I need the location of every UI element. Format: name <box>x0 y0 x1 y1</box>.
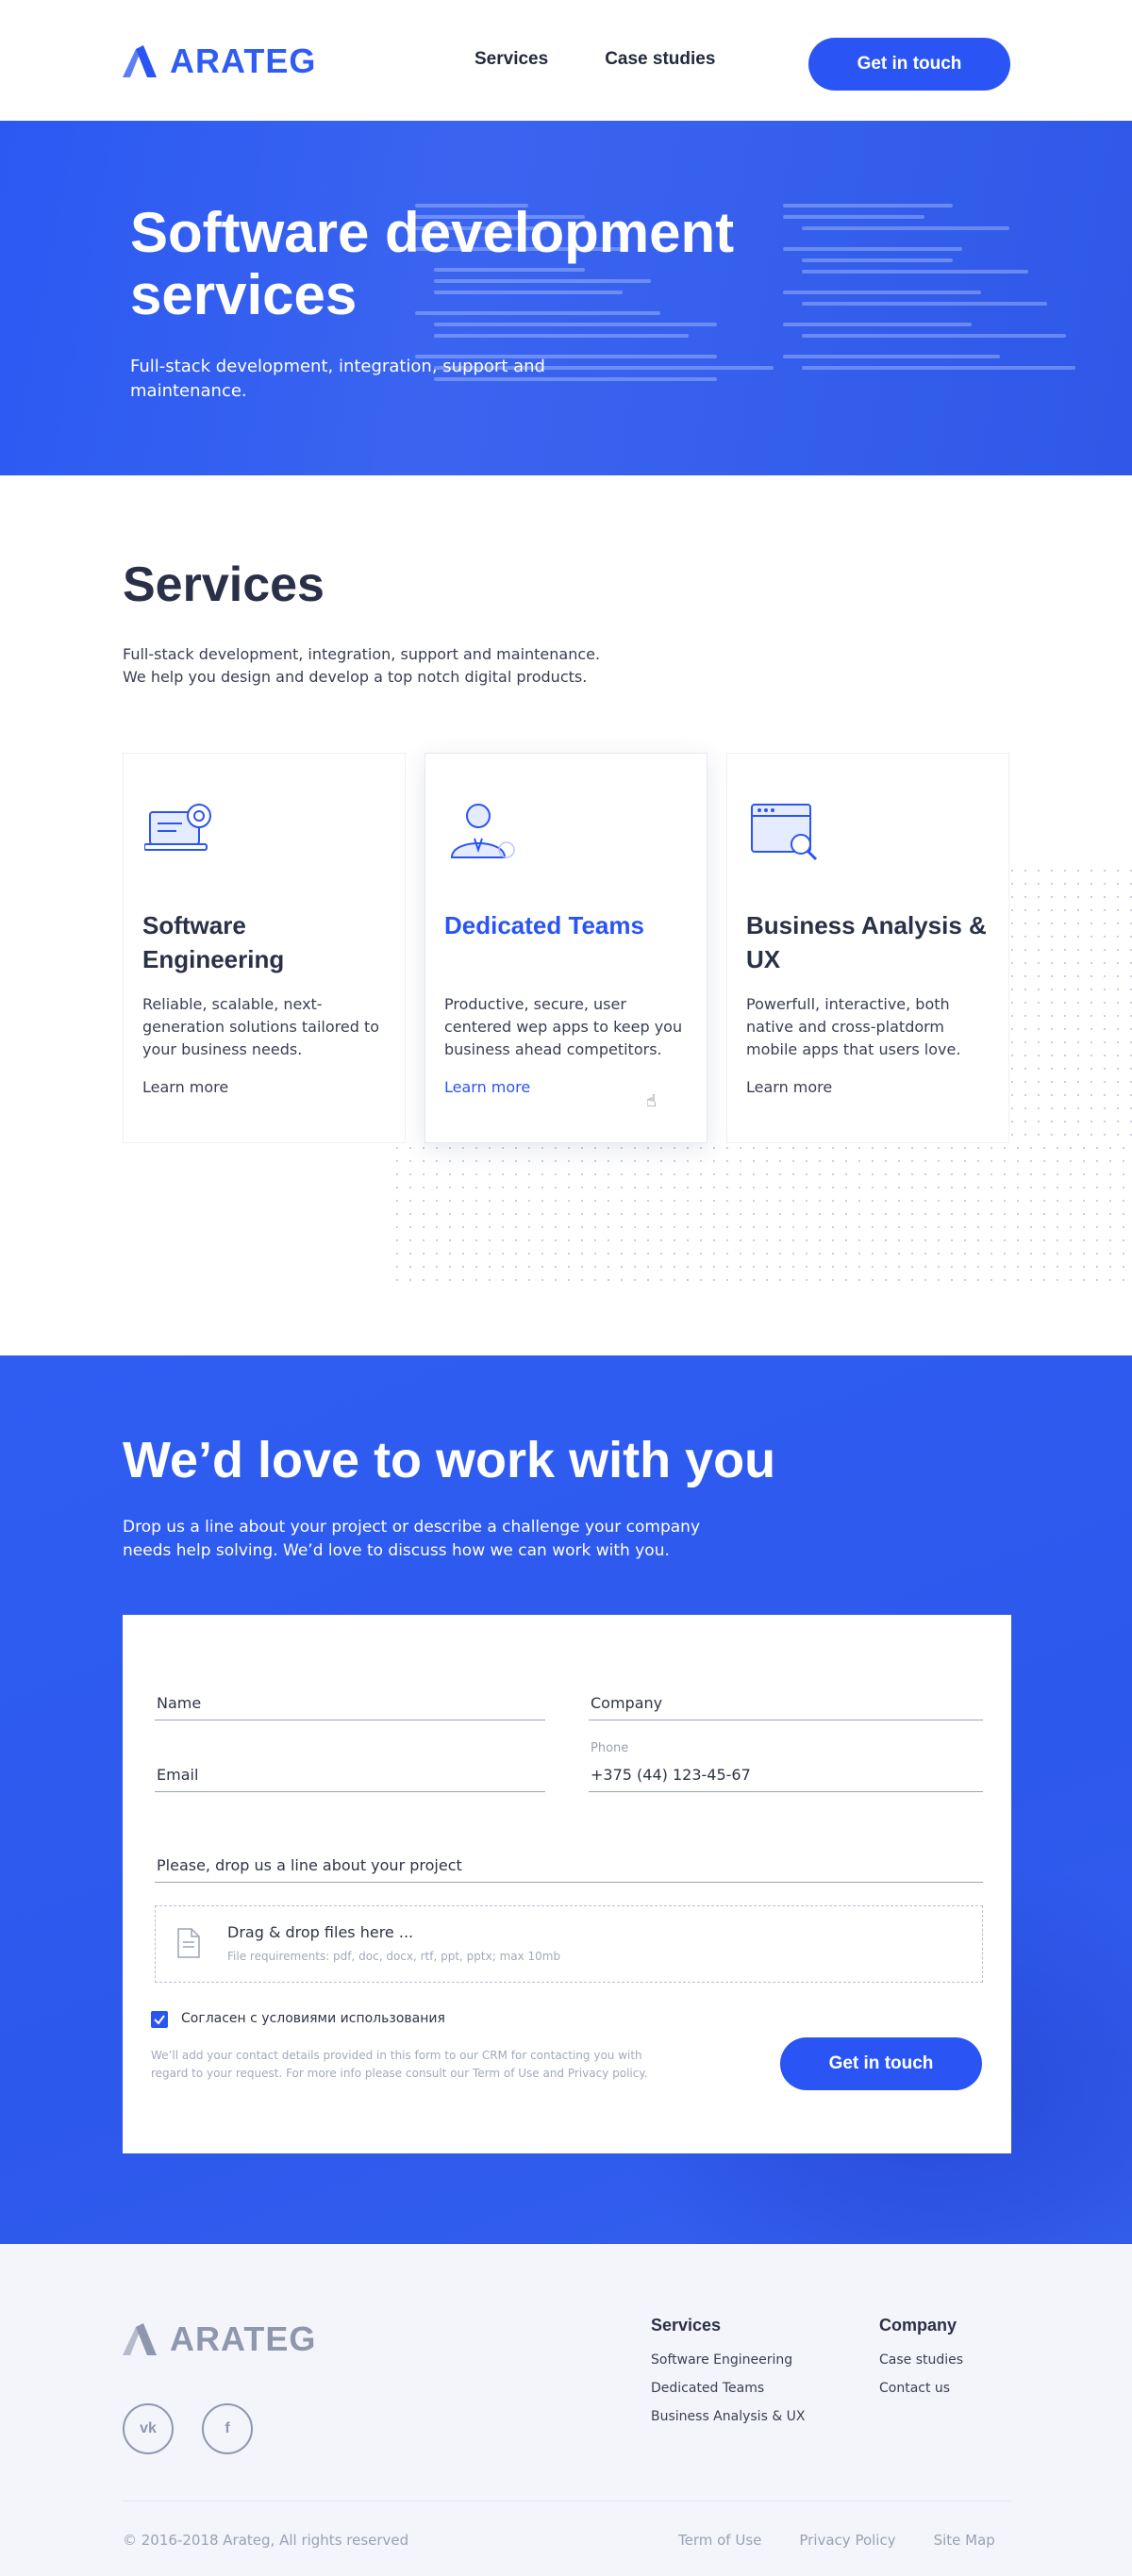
main-nav: Services Case studies <box>474 49 715 70</box>
brand-logo[interactable]: ARATEG <box>123 42 316 81</box>
nav-services[interactable]: Services <box>474 49 548 70</box>
decorative-dot-grid <box>1006 864 1132 1147</box>
team-person-icon <box>450 804 515 858</box>
site-footer: ARATEG vk f Services Software Engineerin… <box>0 2244 1132 2576</box>
email-field[interactable]: Email <box>155 1747 545 1792</box>
footer-brand-name: ARATEG <box>170 2319 317 2358</box>
brand-logo-mark-icon <box>123 2323 157 2355</box>
service-card-business-analysis[interactable]: Business Analysis & UX Powerfull, intera… <box>726 753 1009 1143</box>
hero-subtitle: Full-stack development, integration, sup… <box>130 357 545 401</box>
contact-subtitle: Drop us a line about your project or des… <box>123 1518 701 1560</box>
browser-search-icon <box>751 804 818 861</box>
footer-services-column: Services Software Engineering Dedicated … <box>651 2316 806 2424</box>
nav-case-studies[interactable]: Case studies <box>605 49 715 70</box>
brand-name: ARATEG <box>170 42 317 80</box>
card-text: Reliable, scalable, next-generation solu… <box>142 995 380 1058</box>
file-dropzone[interactable]: Drag & drop files here ... File requirem… <box>155 1905 983 1983</box>
dropzone-title: Drag & drop files here ... <box>227 1923 414 1941</box>
footer-link[interactable]: Contact us <box>879 2381 963 2396</box>
checkmark-icon <box>154 2015 165 2025</box>
card-title: Dedicated Teams <box>444 911 644 939</box>
file-attach-icon <box>177 1928 200 1958</box>
company-field[interactable]: Company <box>589 1681 983 1720</box>
card-text: Powerfull, interactive, both native and … <box>746 995 961 1058</box>
contact-heading: We’d love to work with you <box>123 1432 776 1488</box>
site-header: ARATEG Services Case studies Get in touc… <box>0 0 1132 121</box>
hand-cursor-icon: ☝ <box>646 1091 657 1111</box>
legal-notice: We’ll add your contact details provided … <box>151 2049 648 2080</box>
footer-bottom-links: Term of Use Privacy Policy Site Map <box>678 2532 995 2549</box>
site-map-link[interactable]: Site Map <box>934 2532 995 2549</box>
footer-link[interactable]: Dedicated Teams <box>651 2381 806 2396</box>
service-cards: Software Engineering Reliable, scalable,… <box>123 753 1009 1143</box>
hero-banner: Software development services Full-stack… <box>0 121 1132 475</box>
footer-logo[interactable]: ARATEG <box>123 2319 316 2359</box>
footer-link[interactable]: Case studies <box>879 2352 963 2368</box>
facebook-social-icon[interactable]: f <box>202 2403 253 2454</box>
learn-more-link[interactable]: Learn more <box>746 1078 832 1096</box>
hero-title: Software development services <box>130 201 735 326</box>
contact-section: We’d love to work with you Drop us a lin… <box>0 1355 1132 2244</box>
card-text: Productive, secure, user centered wep ap… <box>444 995 683 1058</box>
footer-link[interactable]: Business Analysis & UX <box>651 2409 806 2424</box>
service-card-dedicated-teams[interactable]: Dedicated Teams Productive, secure, user… <box>424 753 708 1143</box>
name-field[interactable]: Name <box>155 1681 545 1720</box>
header-get-in-touch-button[interactable]: Get in touch <box>808 38 1010 91</box>
card-title: Software Engineering <box>142 911 285 973</box>
footer-company-column: Company Case studies Contact us <box>879 2316 964 2396</box>
phone-field[interactable]: Phone +375 (44) 123-45-67 <box>589 1741 983 1792</box>
learn-more-link[interactable]: Learn more <box>142 1078 228 1096</box>
term-of-use-link[interactable]: Term of Use <box>678 2532 761 2549</box>
laptop-gear-icon <box>144 804 211 851</box>
decorative-dot-grid <box>391 1141 1132 1283</box>
privacy-policy-link[interactable]: Privacy Policy <box>799 2532 895 2549</box>
services-description: Full-stack development, integration, sup… <box>123 645 601 686</box>
copyright: © 2016-2018 Arateg, All rights reserved <box>123 2532 409 2549</box>
learn-more-link[interactable]: Learn more <box>444 1078 530 1096</box>
vk-social-icon[interactable]: vk <box>123 2403 174 2454</box>
card-title: Business Analysis & UX <box>746 911 987 973</box>
contact-form: Name Company Email Phone +375 (44) 123-4… <box>123 1615 1011 2153</box>
message-field[interactable]: Please, drop us a line about your projec… <box>155 1837 983 1883</box>
dropzone-requirements: File requirements: pdf, doc, docx, rtf, … <box>227 1950 561 1963</box>
footer-link[interactable]: Software Engineering <box>651 2352 806 2368</box>
consent-label[interactable]: Согласен с условиями использования <box>181 2011 445 2026</box>
brand-logo-mark-icon <box>123 45 157 77</box>
service-card-software-engineering[interactable]: Software Engineering Reliable, scalable,… <box>123 753 406 1143</box>
form-get-in-touch-button[interactable]: Get in touch <box>780 2037 982 2090</box>
consent-checkbox[interactable] <box>151 2011 168 2028</box>
services-heading: Services <box>123 557 325 612</box>
